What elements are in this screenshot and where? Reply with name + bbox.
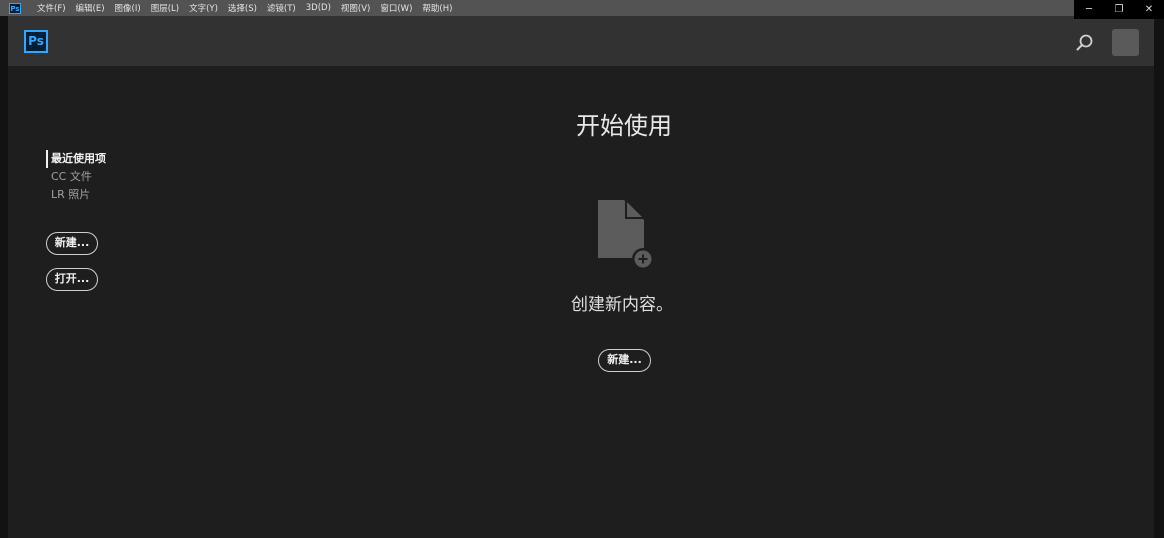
menu-file[interactable]: 文件(F) xyxy=(37,2,66,14)
sidebar-open-button[interactable]: 打开... xyxy=(46,268,98,291)
sidebar-item-lr-photos[interactable]: LR 照片 xyxy=(46,186,106,204)
minimize-button[interactable]: ─ xyxy=(1076,4,1102,15)
menu-window[interactable]: 窗口(W) xyxy=(380,2,412,14)
menu-view[interactable]: 视图(V) xyxy=(341,2,370,14)
menu-edit[interactable]: 编辑(E) xyxy=(76,2,105,14)
menu-help[interactable]: 帮助(H) xyxy=(422,2,452,14)
empty-state-message: 创建新内容。 xyxy=(571,295,673,315)
ps-logo[interactable]: Ps xyxy=(24,30,48,53)
sidebar-item-cc-files[interactable]: CC 文件 xyxy=(46,168,106,186)
close-button[interactable]: ✕ xyxy=(1136,4,1162,15)
window-controls: ─ ❐ ✕ xyxy=(1074,0,1164,19)
sidebar-new-button[interactable]: 新建... xyxy=(46,232,98,255)
sidebar-nav: 最近使用项 CC 文件 LR 照片 xyxy=(46,150,106,204)
menu-select[interactable]: 选择(S) xyxy=(228,2,257,14)
menu-3d[interactable]: 3D(D) xyxy=(306,3,331,13)
menu-image[interactable]: 图像(I) xyxy=(115,2,141,14)
new-document-button[interactable]: 新建... xyxy=(598,349,651,372)
restore-button[interactable]: ❐ xyxy=(1106,4,1132,15)
sidebar-item-recent[interactable]: 最近使用项 xyxy=(46,150,106,168)
menu-layer[interactable]: 图层(L) xyxy=(151,2,179,14)
photoshop-window: Ps 文件(F) 编辑(E) 图像(I) 图层(L) 文字(Y) 选择(S) 滤… xyxy=(0,0,1164,538)
left-border xyxy=(0,16,8,538)
app-icon[interactable]: Ps xyxy=(9,2,21,14)
document-plus-icon xyxy=(598,200,654,270)
avatar[interactable] xyxy=(1112,29,1139,56)
page-title: 开始使用 xyxy=(576,112,672,140)
menu-type[interactable]: 文字(Y) xyxy=(189,2,218,14)
menu-filter[interactable]: 滤镜(T) xyxy=(267,2,296,14)
right-border xyxy=(1154,19,1164,538)
menu-bar: Ps 文件(F) 编辑(E) 图像(I) 图层(L) 文字(Y) 选择(S) 滤… xyxy=(0,0,1164,16)
search-icon[interactable] xyxy=(1076,34,1094,52)
home-header: Ps xyxy=(8,19,1154,66)
